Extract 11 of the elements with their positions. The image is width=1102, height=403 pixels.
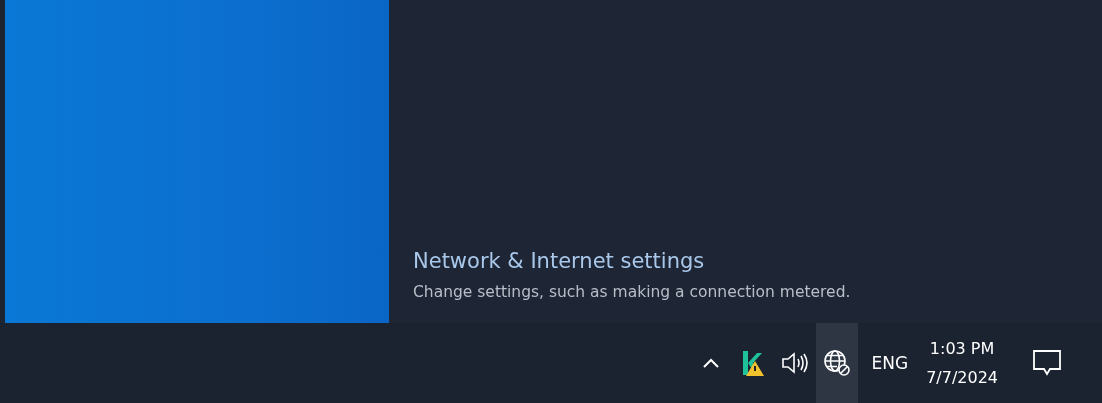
tray-button[interactable] (815, 323, 858, 403)
clock-time[interactable]: 1:03 PM (929, 339, 995, 358)
notification-icon[interactable] (1032, 349, 1062, 377)
network-settings-link[interactable]: Network & Internet settings (413, 249, 705, 273)
app-warning-icon (740, 349, 765, 377)
clock-date[interactable]: 7/7/2024 (926, 368, 998, 387)
chevron-up-icon (702, 358, 719, 368)
globe-blocked-icon (822, 349, 851, 377)
flyout-description: Change settings, such as making a connection metered. (413, 283, 851, 301)
language-indicator[interactable]: ENG (871, 353, 909, 373)
speaker-icon (780, 352, 809, 374)
